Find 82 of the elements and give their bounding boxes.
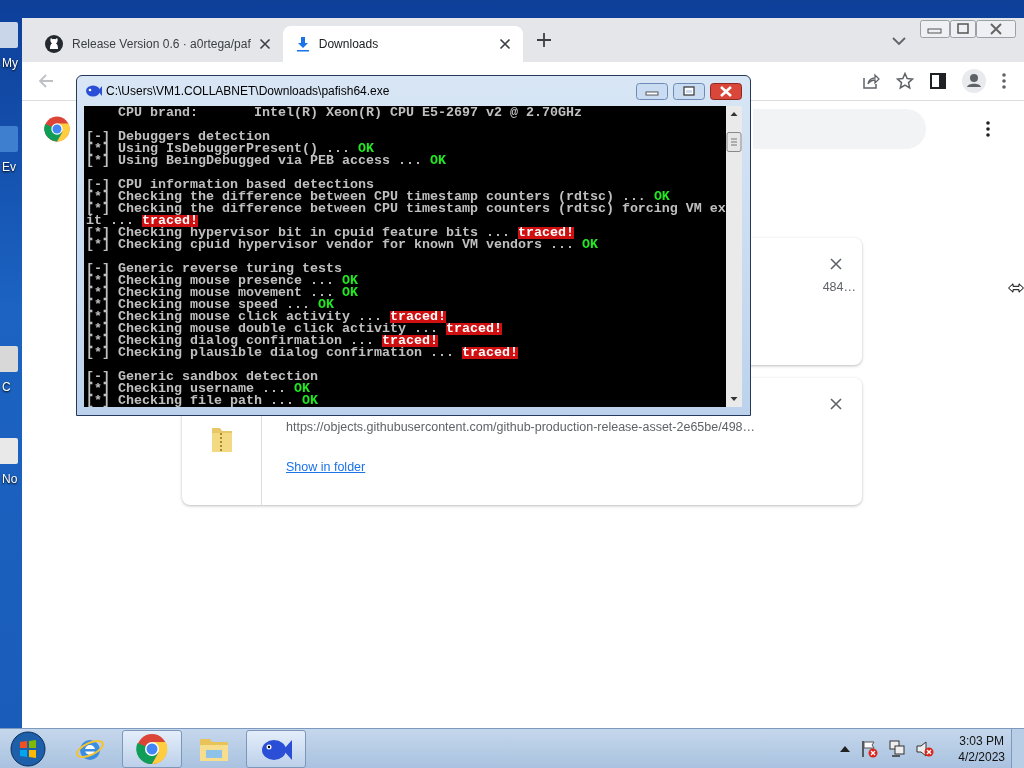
desktop-icon-label: Ev [1, 160, 16, 174]
share-icon[interactable] [862, 72, 880, 90]
menu-icon[interactable] [1002, 73, 1006, 89]
console-line: [*] Checking mouse speed ... [86, 299, 310, 311]
ok-status: OK [317, 299, 334, 311]
close-icon[interactable] [498, 38, 511, 50]
ok-status: OK [341, 275, 358, 287]
download-url: https://objects.githubusercontent.com/github-production-release-asset-2e65be/498… [286, 420, 757, 434]
traced-status: traced! [389, 311, 446, 323]
console-line: [*] Checking plausible dialog confirmation ... [86, 347, 455, 359]
ok-status: OK [341, 287, 358, 299]
browser-tab[interactable]: Release Version 0.6 · a0rtega/paf [32, 26, 283, 62]
browser-logo-icon [44, 116, 70, 142]
console-line: [*] Checking mouse double click activity ... [86, 323, 439, 335]
close-icon[interactable] [976, 20, 1016, 38]
ok-status: OK [301, 395, 318, 407]
fish-icon [84, 83, 102, 99]
network-icon[interactable] [888, 739, 907, 758]
tab-title: Release Version 0.6 · a0rtega/paf [72, 37, 251, 51]
download-url: 484… [822, 280, 856, 294]
speaker-muted-icon[interactable] [916, 739, 935, 758]
tab-title: Downloads [318, 37, 380, 51]
console-line: [*] Using BeingDebugged via PEB access ... [86, 155, 423, 167]
chevron-down-icon[interactable] [892, 36, 906, 46]
ok-status: OK [293, 383, 310, 395]
browser-logo-icon[interactable] [136, 732, 168, 765]
console-line: [*] Checking username ... [86, 383, 287, 395]
close-icon[interactable] [830, 258, 842, 270]
console-line: [*] Checking mouse movement ... [86, 287, 335, 299]
flag-icon[interactable] [860, 739, 879, 758]
ok-status: OK [581, 239, 598, 251]
console-line: [*] Checking cpuid hypervisor vendor for known VM vendors ... [86, 239, 575, 251]
side-panel-icon[interactable] [930, 73, 946, 89]
console-line: CPU brand: Intel(R) Xeon(R) CPU E5-2697 v2 @ 2.70GHz [117, 107, 582, 119]
ok-status: OK [429, 155, 446, 167]
close-icon[interactable] [830, 398, 842, 410]
console-line: [*] Checking the difference between CPU timestamp counters (rdtsc) forcing VM ex [86, 203, 726, 215]
menu-icon[interactable] [986, 121, 990, 137]
traced-status: traced! [445, 323, 502, 335]
desktop-icon-label: No [1, 472, 18, 486]
ok-status: OK [357, 143, 374, 155]
clock-time: 3:03 PM [959, 732, 1004, 749]
ok-status: OK [653, 191, 670, 203]
console-line: [*] Checking dialog confirmation ... [86, 335, 374, 347]
desktop-icon[interactable] [0, 436, 18, 466]
console-line: [*] Checking mouse click activity ... [86, 311, 382, 323]
console-line: it ... [86, 215, 134, 227]
minimize-icon[interactable] [636, 82, 668, 100]
console-line: [*] Checking file path ... [86, 395, 295, 407]
console-line: [*] Checking hypervisor bit in cpuid feature bits ... [86, 227, 510, 239]
close-icon[interactable] [258, 38, 271, 50]
console-line: [-] Generic reverse turing tests [86, 263, 342, 275]
desktop-icon[interactable] [0, 344, 18, 374]
traced-status: traced! [142, 215, 198, 227]
console-line: [*] Using IsDebuggerPresent() ... [86, 143, 351, 155]
browser-tab[interactable]: Downloads [282, 26, 523, 62]
scroll-thumb[interactable] [726, 132, 742, 152]
maximize-icon[interactable] [950, 20, 976, 38]
star-icon[interactable] [896, 72, 914, 90]
caret-up-icon[interactable] [840, 745, 851, 752]
desktop-icon-label: My [1, 56, 18, 70]
download-icon [294, 36, 311, 52]
traced-status: traced! [461, 347, 518, 359]
scrollbar[interactable] [726, 106, 742, 407]
console-line: [*] Checking mouse presence ... [86, 275, 335, 287]
console-line: [*] Checking the difference between CPU timestamp counters (rdtsc) ... [86, 191, 646, 203]
show-in-folder-link[interactable]: Show in folder [286, 460, 366, 474]
console-line: [-] CPU information based detections [86, 179, 374, 191]
close-icon[interactable] [710, 82, 742, 100]
desktop-icon-label: C [1, 380, 11, 394]
profile-icon[interactable] [962, 69, 986, 93]
console-line: [-] Debuggers detection [86, 131, 270, 143]
plus-icon[interactable] [536, 33, 551, 47]
clock-date: 4/2/2023 [958, 748, 1005, 765]
cat-logo-icon [44, 34, 64, 54]
start-orb-icon[interactable] [10, 730, 46, 767]
desktop-icon[interactable] [0, 20, 18, 50]
console-line: [-] Generic sandbox detection [86, 371, 318, 383]
maximize-icon[interactable] [673, 82, 705, 100]
traced-status: traced! [517, 227, 574, 239]
window-title: C:\Users\VM1.COLLABNET\Downloads\pafish64.exe [106, 84, 390, 98]
traced-status: traced! [381, 335, 438, 347]
